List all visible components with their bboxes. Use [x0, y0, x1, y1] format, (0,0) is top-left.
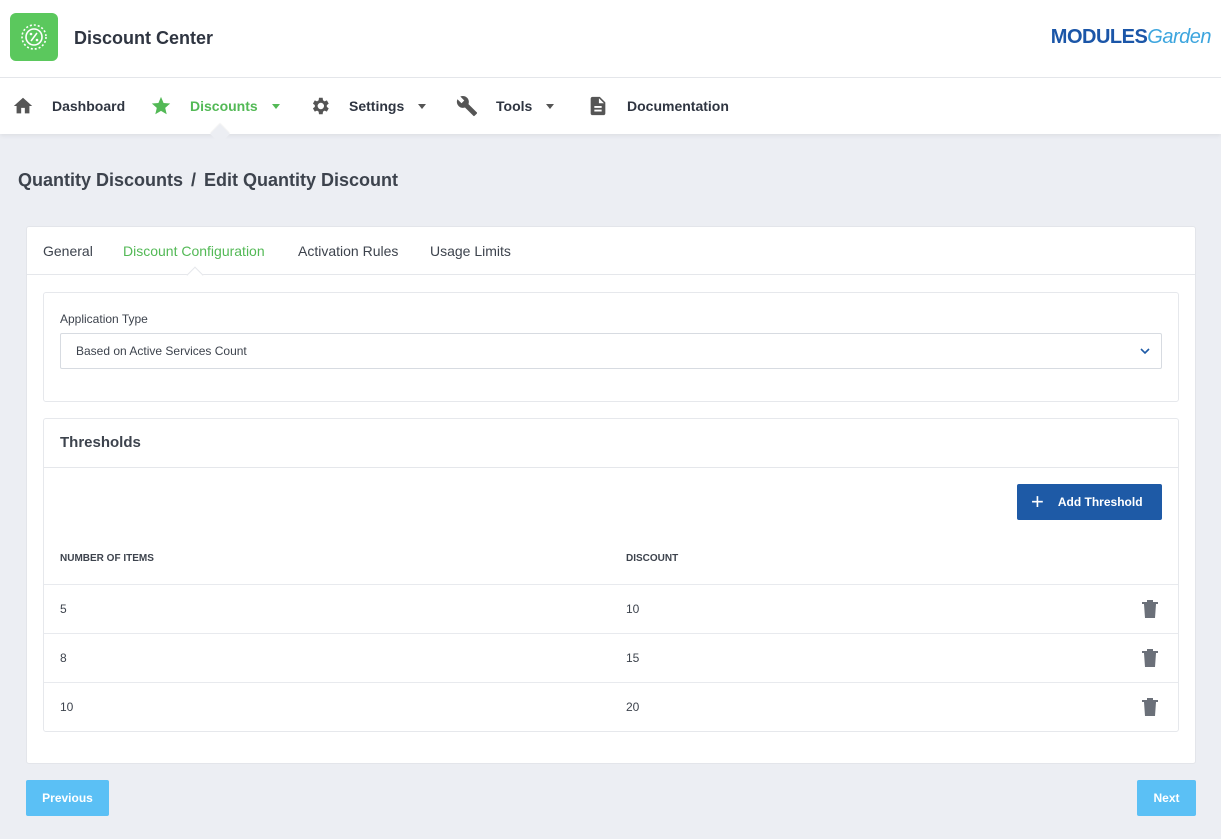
number-of-items-cell: 8 [60, 651, 67, 665]
table-row: 5 10 [44, 584, 1178, 633]
application-type-select[interactable]: Based on Active Services Count [60, 333, 1162, 369]
discount-cell: 15 [626, 651, 640, 665]
next-button[interactable]: Next [1137, 780, 1196, 816]
discount-center-logo-icon[interactable] [10, 13, 58, 61]
number-of-items-cell: 10 [60, 700, 74, 714]
active-tab-pointer [186, 266, 204, 284]
brand-garden-text: Garden [1147, 26, 1211, 48]
home-icon [12, 95, 34, 117]
table-row: 10 20 [44, 682, 1178, 731]
add-threshold-label: Add Threshold [1057, 495, 1143, 509]
document-icon [587, 95, 609, 117]
chevron-down-icon [546, 103, 555, 109]
chevron-down-icon [1139, 345, 1151, 360]
breadcrumb-parent[interactable]: Quantity Discounts [18, 170, 183, 190]
nav-item-settings[interactable]: Settings [309, 78, 427, 134]
breadcrumb-current: Edit Quantity Discount [204, 170, 399, 190]
breadcrumb: Quantity Discounts / Edit Quantity Discoun… [18, 170, 398, 191]
divider [44, 467, 1178, 468]
brand-modules-text: MODULES [1050, 26, 1148, 48]
tab-general[interactable]: General [43, 243, 93, 259]
tab-activation-rules[interactable]: Activation Rules [298, 243, 398, 259]
main-nav: Dashboard Discounts Settings Tools Docum… [0, 78, 1221, 134]
app-header: Discount Center MODULES Garden [0, 0, 1221, 78]
nav-item-documentation[interactable]: Documentation [587, 78, 729, 134]
number-of-items-cell: 5 [60, 602, 67, 616]
thresholds-section: Thresholds + Add Threshold NUMBER OF ITE… [43, 418, 1179, 732]
tab-bar: General Discount Configuration Activatio… [27, 227, 1195, 284]
chevron-down-icon [271, 103, 280, 109]
trash-icon[interactable] [1141, 697, 1159, 722]
add-threshold-button[interactable]: + Add Threshold [1017, 484, 1162, 520]
nav-label: Discounts [190, 98, 258, 114]
trash-icon[interactable] [1141, 648, 1159, 673]
column-header-number-of-items: NUMBER OF ITEMS [60, 553, 154, 564]
nav-item-tools[interactable]: Tools [456, 78, 555, 134]
tab-usage-limits[interactable]: Usage Limits [430, 243, 511, 259]
nav-item-discounts[interactable]: Discounts [150, 78, 280, 134]
nav-label: Dashboard [52, 98, 126, 114]
plus-icon: + [1031, 489, 1044, 514]
star-icon [150, 95, 172, 117]
discount-cell: 10 [626, 602, 640, 616]
table-row: 8 15 [44, 633, 1178, 682]
chevron-down-icon [418, 103, 427, 109]
nav-item-dashboard[interactable]: Dashboard [12, 78, 125, 134]
breadcrumb-separator: / [191, 170, 197, 190]
nav-label: Documentation [627, 98, 729, 114]
gear-icon [309, 95, 331, 117]
app-title: Discount Center [74, 28, 214, 48]
nav-label: Tools [496, 98, 533, 114]
discount-cell: 20 [626, 700, 640, 714]
previous-button[interactable]: Previous [26, 780, 109, 816]
nav-label: Settings [349, 98, 405, 114]
application-type-value: Based on Active Services Count [76, 344, 247, 358]
wrench-icon [456, 95, 478, 117]
modulesgarden-logo[interactable]: MODULES Garden [1050, 26, 1212, 49]
column-header-discount: DISCOUNT [626, 553, 679, 564]
thresholds-title: Thresholds [60, 434, 141, 451]
application-type-label: Application Type [60, 312, 148, 326]
application-type-section: Application Type Based on Active Service… [43, 292, 1179, 402]
edit-discount-card: General Discount Configuration Activatio… [26, 226, 1196, 764]
tab-discount-configuration[interactable]: Discount Configuration [123, 243, 265, 259]
trash-icon[interactable] [1141, 599, 1159, 624]
